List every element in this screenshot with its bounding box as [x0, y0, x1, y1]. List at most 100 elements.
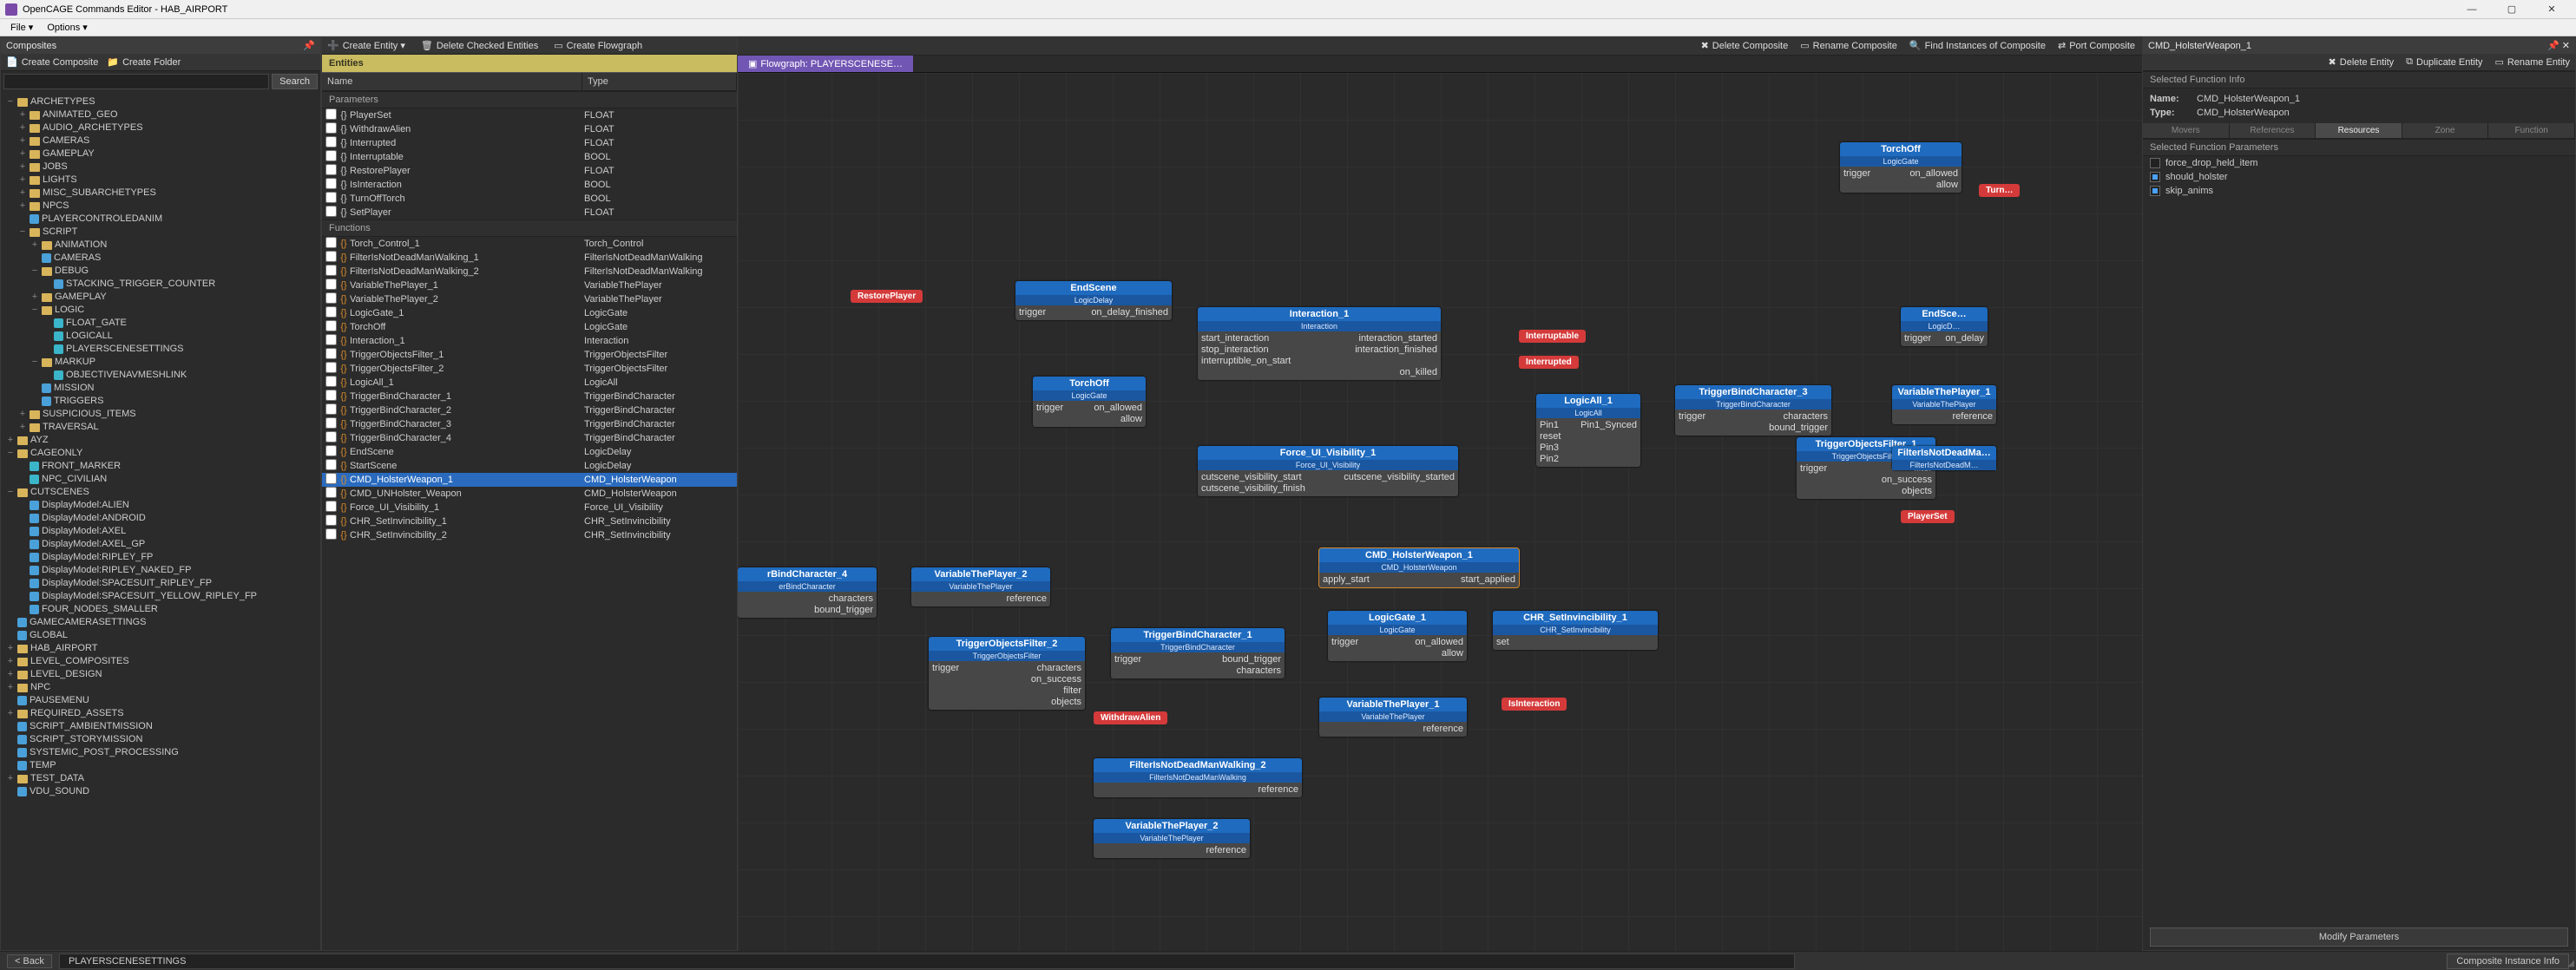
row-checkbox[interactable]: [325, 514, 337, 526]
tree-item[interactable]: +HAB_AIRPORT: [4, 642, 317, 655]
tree-item[interactable]: −ARCHETYPES: [4, 95, 317, 108]
graph-node[interactable]: TriggerObjectsFilter_2TriggerObjectsFilt…: [929, 637, 1085, 710]
graph-node[interactable]: LogicAll_1LogicAllPin1Pin1_SyncedresetPi…: [1536, 394, 1640, 467]
menu-options[interactable]: Options ▾: [40, 20, 95, 35]
tree-item[interactable]: +TRAVERSAL: [4, 421, 317, 434]
tree-item[interactable]: DisplayModel:RIPLEY_NAKED_FP: [4, 564, 317, 577]
menu-file[interactable]: File ▾: [3, 20, 40, 35]
graph-node[interactable]: VariableThePlayer_1VariableThePlayerrefe…: [1319, 698, 1467, 737]
row-checkbox[interactable]: [325, 334, 337, 345]
entity-row[interactable]: {}VariableThePlayer_1VariableThePlayer: [322, 279, 737, 292]
row-checkbox[interactable]: [325, 265, 337, 276]
row-checkbox[interactable]: [325, 150, 337, 161]
entity-row[interactable]: {}TriggerObjectsFilter_2TriggerObjectsFi…: [322, 362, 737, 376]
entity-row[interactable]: {}FilterIsNotDeadManWalking_1FilterIsNot…: [322, 251, 737, 265]
graph-node[interactable]: FilterIsNotDeadMa…FilterIsNotDeadM…: [1892, 446, 1996, 470]
entity-row[interactable]: {}InterruptedFLOAT: [322, 136, 737, 150]
entity-row[interactable]: {}CHR_SetInvincibility_1CHR_SetInvincibi…: [322, 514, 737, 528]
graph-pin[interactable]: PlayerSet: [1901, 510, 1955, 523]
tree-item[interactable]: DisplayModel:ALIEN: [4, 499, 317, 512]
tree-item[interactable]: SYSTEMIC_POST_PROCESSING: [4, 746, 317, 759]
tree-item[interactable]: +NPC: [4, 681, 317, 694]
checkbox-icon[interactable]: [2150, 186, 2160, 196]
row-checkbox[interactable]: [325, 501, 337, 512]
row-checkbox[interactable]: [325, 376, 337, 387]
tree-item[interactable]: DisplayModel:SPACESUIT_RIPLEY_FP: [4, 577, 317, 590]
tab-zone[interactable]: Zone: [2402, 123, 2489, 138]
maximize-button[interactable]: ▢: [2493, 1, 2531, 18]
graph-pin[interactable]: WithdrawAlien: [1094, 711, 1167, 724]
param-check-row[interactable]: should_holster: [2143, 170, 2575, 184]
row-checkbox[interactable]: [325, 320, 337, 331]
tab-function[interactable]: Function: [2488, 123, 2575, 138]
rename-entity-button[interactable]: ▭ Rename Entity: [2494, 56, 2570, 68]
tab-references[interactable]: References: [2230, 123, 2316, 138]
modify-parameters-button[interactable]: Modify Parameters: [2150, 927, 2568, 947]
entity-row[interactable]: {}LogicGate_1LogicGate: [322, 306, 737, 320]
entity-row[interactable]: {}VariableThePlayer_2VariableThePlayer: [322, 292, 737, 306]
tree-item[interactable]: +GAMEPLAY: [4, 147, 317, 161]
tree-item[interactable]: −MARKUP: [4, 356, 317, 369]
entity-row[interactable]: {}EndSceneLogicDelay: [322, 445, 737, 459]
tree-item[interactable]: FRONT_MARKER: [4, 460, 317, 473]
row-checkbox[interactable]: [325, 348, 337, 359]
delete-checked-entities-button[interactable]: 🗑 Delete Checked Entities: [421, 40, 538, 51]
tree-item[interactable]: LOGICALL: [4, 330, 317, 343]
row-checkbox[interactable]: [325, 445, 337, 456]
tree-item[interactable]: GAMECAMERASETTINGS: [4, 616, 317, 629]
entity-row[interactable]: {}TriggerBindCharacter_3TriggerBindChara…: [322, 417, 737, 431]
create-entity-button[interactable]: ➕ Create Entity ▾: [327, 40, 405, 51]
checkbox-icon[interactable]: [2150, 158, 2160, 168]
entity-row[interactable]: {}Force_UI_Visibility_1Force_UI_Visibili…: [322, 501, 737, 514]
tree-item[interactable]: +ANIMATED_GEO: [4, 108, 317, 121]
row-checkbox[interactable]: [325, 237, 337, 248]
tree-item[interactable]: +AYZ: [4, 434, 317, 447]
flowgraph-canvas[interactable]: RestorePlayerEndSceneLogicDelaytriggeron…: [738, 73, 2142, 951]
entity-row[interactable]: {}WithdrawAlienFLOAT: [322, 122, 737, 136]
composites-search-button[interactable]: Search: [272, 74, 318, 89]
col-name[interactable]: Name: [322, 73, 582, 90]
tab-movers[interactable]: Movers: [2143, 123, 2230, 138]
tree-item[interactable]: +LIGHTS: [4, 174, 317, 187]
row-checkbox[interactable]: [325, 487, 337, 498]
entity-row[interactable]: {}CMD_HolsterWeapon_1CMD_HolsterWeapon: [322, 473, 737, 487]
tree-item[interactable]: TEMP: [4, 759, 317, 772]
entity-row[interactable]: {}SetPlayerFLOAT: [322, 206, 737, 220]
create-composite-button[interactable]: 📄 Create Composite: [6, 56, 98, 68]
tree-item[interactable]: VDU_SOUND: [4, 785, 317, 798]
row-checkbox[interactable]: [325, 279, 337, 290]
duplicate-entity-button[interactable]: ⧉ Duplicate Entity: [2406, 56, 2482, 68]
row-checkbox[interactable]: [325, 306, 337, 318]
delete-composite-button[interactable]: ✖ Delete Composite: [1701, 40, 1789, 51]
graph-node[interactable]: Interaction_1Interactionstart_interactio…: [1198, 307, 1441, 380]
tree-item[interactable]: FLOAT_GATE: [4, 317, 317, 330]
delete-entity-button[interactable]: ✖ Delete Entity: [2329, 56, 2395, 68]
graph-pin[interactable]: Interruptable: [1519, 330, 1586, 343]
graph-node[interactable]: VariableThePlayer_2VariableThePlayerrefe…: [911, 567, 1050, 606]
row-checkbox[interactable]: [325, 136, 337, 147]
tree-item[interactable]: DisplayModel:AXEL_GP: [4, 538, 317, 551]
row-checkbox[interactable]: [325, 292, 337, 304]
graph-node[interactable]: TriggerBindCharacter_3TriggerBindCharact…: [1675, 385, 1831, 436]
tree-item[interactable]: +CAMERAS: [4, 134, 317, 147]
tree-item[interactable]: +REQUIRED_ASSETS: [4, 707, 317, 720]
tree-item[interactable]: +SUSPICIOUS_ITEMS: [4, 408, 317, 421]
resize-handle-icon[interactable]: ◢: [2567, 959, 2574, 968]
tree-item[interactable]: −CAGEONLY: [4, 447, 317, 460]
tree-item[interactable]: +LEVEL_COMPOSITES: [4, 655, 317, 668]
row-checkbox[interactable]: [325, 459, 337, 470]
tree-item[interactable]: MISSION: [4, 382, 317, 395]
row-checkbox[interactable]: [325, 108, 337, 120]
entity-row[interactable]: {}CMD_UNHolster_WeaponCMD_HolsterWeapon: [322, 487, 737, 501]
graph-pin[interactable]: Interrupted: [1519, 356, 1579, 369]
inspector-close-icon[interactable]: 📌 ✕: [2547, 40, 2570, 51]
tree-item[interactable]: STACKING_TRIGGER_COUNTER: [4, 278, 317, 291]
tree-item[interactable]: +AUDIO_ARCHETYPES: [4, 121, 317, 134]
rename-composite-button[interactable]: ▭ Rename Composite: [1800, 40, 1897, 51]
graph-node[interactable]: TriggerBindCharacter_1TriggerBindCharact…: [1111, 628, 1285, 678]
entity-row[interactable]: {}TriggerBindCharacter_4TriggerBindChara…: [322, 431, 737, 445]
entity-row[interactable]: {}PlayerSetFLOAT: [322, 108, 737, 122]
tree-item[interactable]: −DEBUG: [4, 265, 317, 278]
tree-item[interactable]: SCRIPT_AMBIENTMISSION: [4, 720, 317, 733]
row-checkbox[interactable]: [325, 417, 337, 429]
